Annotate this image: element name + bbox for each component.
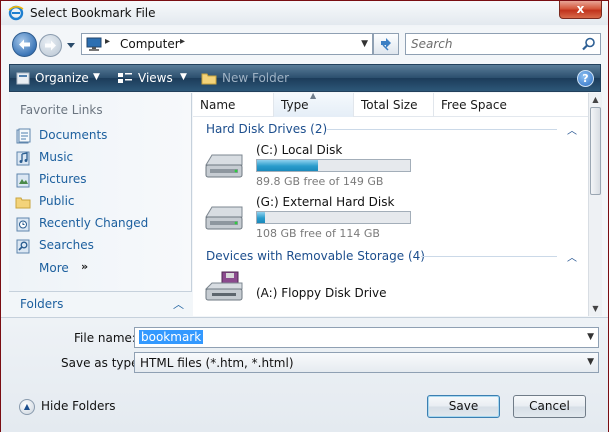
file-name-label: File name: xyxy=(74,331,136,345)
column-free-space[interactable]: Free Space xyxy=(434,93,524,117)
file-list: Name Type ▲ Total Size Free Space Hard D… xyxy=(193,91,602,316)
chevron-up-icon: ▲ xyxy=(19,399,35,415)
breadcrumb-separator-icon[interactable]: ▸ xyxy=(180,36,185,47)
window-title: Select Bookmark File xyxy=(30,6,156,20)
sidebar-item-documents[interactable]: Documents xyxy=(15,126,185,146)
title-bar: Select Bookmark File x xyxy=(1,1,608,25)
refresh-button[interactable] xyxy=(373,33,399,55)
chevron-down-icon[interactable]: ▼ xyxy=(587,357,594,367)
hide-folders-button[interactable]: ▲ Hide Folders xyxy=(19,397,119,417)
organize-dropdown-icon[interactable]: ▼ xyxy=(93,72,100,82)
drive-name: (A:) Floppy Disk Drive xyxy=(256,286,387,300)
drive-name: (G:) External Hard Disk xyxy=(256,195,395,209)
breadcrumb-separator-icon[interactable]: ▸ xyxy=(105,36,110,47)
cancel-button[interactable]: Cancel xyxy=(513,395,586,418)
computer-icon xyxy=(86,37,102,51)
pictures-icon xyxy=(16,173,30,188)
sidebar-item-recently-changed[interactable]: Recently Changed xyxy=(15,214,185,234)
forward-button[interactable] xyxy=(39,34,62,57)
new-folder-icon xyxy=(201,73,217,85)
chevron-up-icon: ︿ xyxy=(173,298,184,311)
search-icon[interactable] xyxy=(582,37,596,51)
save-as-type-label: Save as type: xyxy=(61,356,143,370)
music-icon xyxy=(16,151,30,166)
drive-free-space: 108 GB free of 114 GB xyxy=(256,227,380,240)
sidebar-item-label: Searches xyxy=(39,238,94,252)
organize-button[interactable]: Organize xyxy=(35,71,89,85)
group-header-hard-disk-drives[interactable]: Hard Disk Drives (2) xyxy=(206,122,327,136)
searches-icon xyxy=(16,239,30,254)
scroll-down-arrow-icon[interactable]: ▼ xyxy=(589,302,602,316)
back-button[interactable] xyxy=(12,32,37,57)
sidebar-item-public[interactable]: Public xyxy=(15,192,185,212)
sidebar-item-label: Documents xyxy=(39,128,108,142)
forward-arrow-icon xyxy=(45,40,56,51)
scroll-up-arrow-icon[interactable]: ▲ xyxy=(589,93,602,107)
folders-toggle[interactable]: Folders ︿ xyxy=(9,291,192,316)
drive-free-space: 89.8 GB free of 149 GB xyxy=(256,175,384,188)
recent-pages-dropdown-icon[interactable] xyxy=(65,39,77,51)
sidebar-more-label: More xyxy=(39,261,69,275)
sidebar-item-label: Music xyxy=(39,150,74,164)
views-button[interactable]: Views xyxy=(138,71,173,85)
sidebar-item-music[interactable]: Music xyxy=(15,148,185,168)
file-name-value: bookmark xyxy=(139,330,204,344)
sidebar-item-searches[interactable]: Searches xyxy=(15,236,185,256)
address-history-dropdown-icon[interactable]: ▼ xyxy=(361,39,368,49)
vertical-scrollbar[interactable]: ▲ ▼ xyxy=(588,93,602,316)
file-name-dropdown-icon[interactable]: ▼ xyxy=(587,332,594,342)
close-button[interactable]: x xyxy=(559,1,602,19)
sidebar-item-pictures[interactable]: Pictures xyxy=(15,170,185,190)
save-form-area: File name: bookmark ▼ Save as type: HTML… xyxy=(1,317,608,432)
hard-drive-icon xyxy=(205,154,243,178)
sidebar-item-label: Pictures xyxy=(39,172,87,186)
group-divider xyxy=(421,256,557,257)
recently-changed-icon xyxy=(16,217,30,232)
back-arrow-icon xyxy=(19,39,30,50)
navigation-pane: Favorite Links Documents Music Pictures xyxy=(9,93,192,316)
folders-label: Folders xyxy=(20,297,64,311)
new-folder-button[interactable]: New Folder xyxy=(222,71,289,85)
save-button[interactable]: Save xyxy=(427,395,500,418)
column-total-size[interactable]: Total Size xyxy=(354,93,434,117)
search-placeholder: Search xyxy=(411,37,453,51)
views-dropdown-icon[interactable]: ▼ xyxy=(180,72,187,82)
favorite-links-header: Favorite Links xyxy=(20,103,103,117)
scrollbar-thumb[interactable] xyxy=(590,107,601,195)
search-input[interactable]: Search xyxy=(405,33,601,55)
drive-usage-fill xyxy=(257,212,265,223)
refresh-icon xyxy=(381,38,391,51)
address-bar[interactable]: ▸ Computer ▸ ▼ xyxy=(81,33,373,55)
collapse-group-icon[interactable]: ︿ xyxy=(567,249,577,264)
hard-drive-icon xyxy=(205,206,243,230)
save-dialog-window: Select Bookmark File x ▸ Computer ▸ ▼ Se… xyxy=(0,0,609,432)
sidebar-item-label: Recently Changed xyxy=(39,216,149,230)
organize-icon xyxy=(16,72,30,85)
group-divider xyxy=(327,129,557,130)
file-name-input[interactable]: bookmark ▼ xyxy=(134,327,599,348)
more-arrows-icon: » xyxy=(81,260,89,273)
save-as-type-value: HTML files (*.htm, *.html) xyxy=(140,356,294,370)
drive-name: (C:) Local Disk xyxy=(256,143,343,157)
drive-usage-bar xyxy=(256,211,411,224)
internet-explorer-icon xyxy=(8,5,24,21)
documents-icon xyxy=(16,128,31,144)
sort-ascending-icon: ▲ xyxy=(310,91,317,100)
column-header-row: Name Type ▲ Total Size Free Space xyxy=(193,91,588,117)
floppy-drive-icon xyxy=(204,271,243,301)
command-toolbar: Organize ▼ Views ▼ New Folder ? xyxy=(9,64,601,92)
sidebar-item-label: Public xyxy=(39,194,75,208)
drive-usage-bar xyxy=(256,159,411,172)
save-as-type-select[interactable]: HTML files (*.htm, *.html) ▼ xyxy=(134,352,599,373)
column-name[interactable]: Name xyxy=(193,93,274,117)
views-icon xyxy=(118,73,132,83)
help-icon[interactable]: ? xyxy=(577,70,594,87)
breadcrumb-computer[interactable]: Computer xyxy=(120,37,180,51)
sidebar-more-link[interactable]: More » xyxy=(15,259,185,279)
hide-folders-label: Hide Folders xyxy=(41,399,116,413)
drive-usage-fill xyxy=(257,160,319,171)
collapse-group-icon[interactable]: ︿ xyxy=(567,122,577,137)
public-folder-icon xyxy=(15,197,31,209)
group-header-removable-storage[interactable]: Devices with Removable Storage (4) xyxy=(206,249,425,263)
